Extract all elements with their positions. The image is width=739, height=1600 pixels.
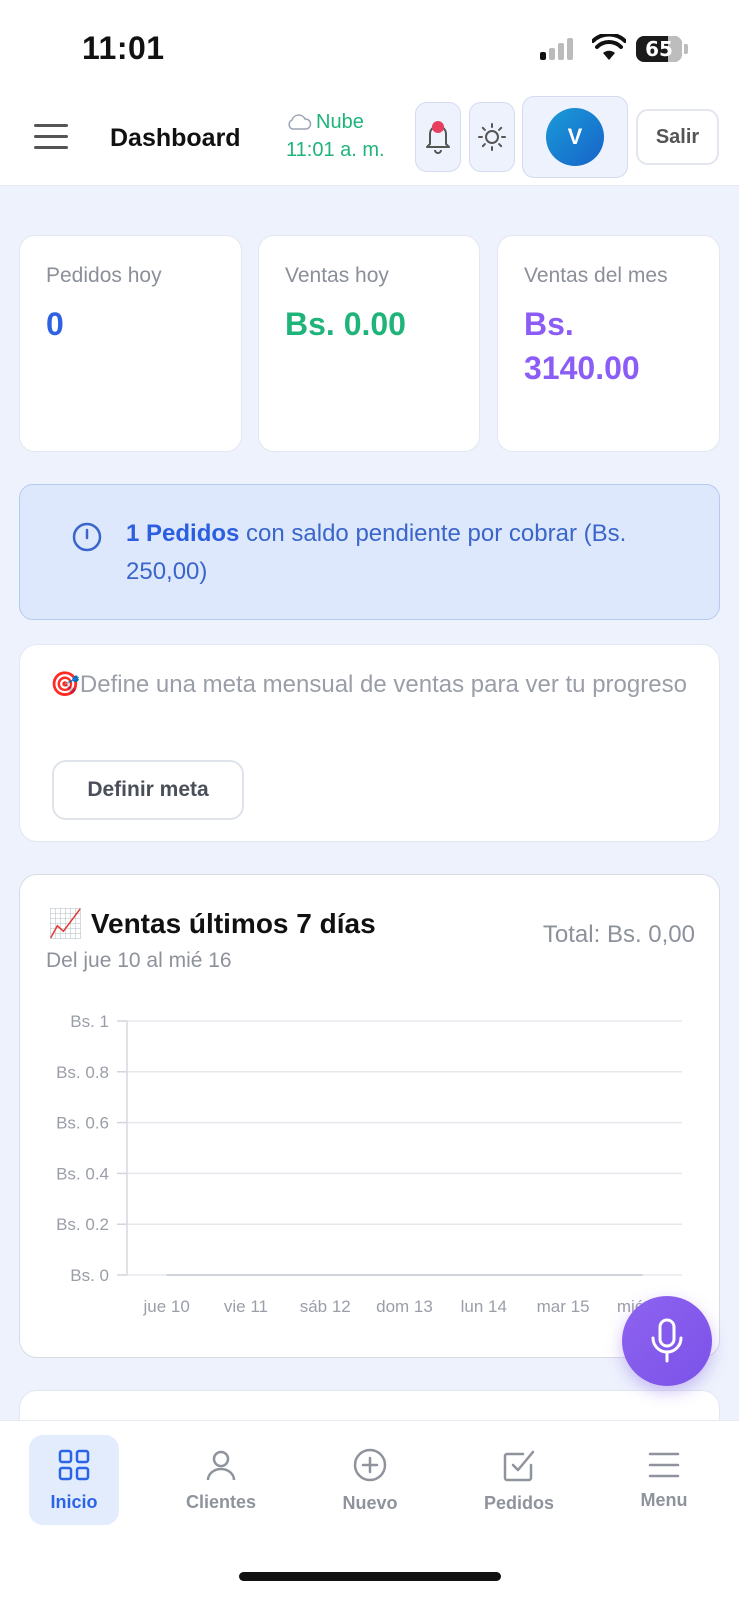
stat-label: Ventas del mes (524, 264, 668, 287)
x-tick-label: jue 10 (142, 1297, 189, 1316)
nav-item-menu[interactable]: Menu (619, 1435, 709, 1525)
hamburger-icon (648, 1452, 680, 1477)
sales-line-chart: Bs. 0 Bs. 0.2 Bs. 0.4 Bs. 0.6 Bs. 0.8 Bs. 1 ju… (56, 1012, 682, 1316)
sync-time: 11:01 a. m. (286, 139, 385, 161)
nav-item-nuevo[interactable]: Nuevo (325, 1435, 415, 1525)
x-tick-label: mar 15 (537, 1297, 590, 1316)
signal-icon (540, 38, 576, 60)
profile-button[interactable]: V (522, 96, 628, 178)
microphone-icon (651, 1318, 683, 1363)
grid-icon (58, 1449, 90, 1480)
goal-text: 🎯Define una meta mensual de ventas para … (50, 667, 689, 703)
stat-label: Pedidos hoy (46, 264, 162, 287)
stat-value: Bs. 3140.00 (524, 306, 640, 386)
y-tick-label: Bs. 0.8 (56, 1063, 109, 1082)
y-tick-label: Bs. 0.4 (56, 1164, 109, 1183)
nav-item-inicio[interactable]: Inicio (29, 1435, 119, 1525)
wifi-icon (592, 34, 626, 60)
pending-orders-count: 1 Pedidos (126, 520, 240, 547)
y-tick-label: Bs. 1 (70, 1012, 109, 1031)
nav-item-clientes[interactable]: Clientes (176, 1435, 266, 1525)
battery-level: 65 (645, 37, 673, 61)
nav-label: Clientes (185, 1491, 257, 1512)
menu-icon[interactable] (34, 122, 68, 150)
status-bar: 11:01 65 (0, 0, 739, 90)
stat-value: 0 (46, 306, 64, 342)
sync-status: Nube 11:01 a. m. (286, 108, 385, 164)
nav-label: Menu (640, 1489, 688, 1510)
clock-icon (72, 522, 102, 552)
sync-status-label: Nube (316, 111, 364, 133)
home-indicator (239, 1572, 501, 1581)
x-tick-label: sáb 12 (300, 1297, 351, 1316)
cloud-icon (288, 114, 312, 130)
y-tick-label: Bs. 0.2 (56, 1215, 109, 1234)
voice-input-button[interactable] (622, 1296, 712, 1386)
sales-chart-card: 📈 Ventas últimos 7 días Del jue 10 al mi… (19, 874, 720, 1358)
define-goal-button[interactable]: Definir meta (52, 760, 244, 820)
logout-button[interactable]: Salir (636, 109, 719, 165)
sales-goal-card: 🎯Define una meta mensual de ventas para … (19, 644, 720, 842)
theme-toggle-button[interactable] (469, 102, 515, 172)
stat-label: Ventas hoy (285, 264, 389, 287)
stat-card-sales-today[interactable]: Ventas hoy Bs. 0.00 (258, 235, 480, 452)
y-tick-label: Bs. 0 (70, 1266, 109, 1285)
user-icon (206, 1450, 236, 1480)
stat-card-orders-today[interactable]: Pedidos hoy 0 (19, 235, 242, 452)
nav-label: Pedidos (483, 1492, 554, 1513)
plus-circle-icon (353, 1448, 387, 1481)
y-tick-label: Bs. 0.6 (56, 1114, 109, 1133)
battery-icon: 65 (636, 36, 688, 62)
nav-label: Inicio (50, 1491, 98, 1512)
sun-icon (478, 123, 506, 151)
status-time: 11:01 (82, 30, 165, 66)
x-tick-label: lun 14 (461, 1297, 507, 1316)
page-title: Dashboard (110, 124, 241, 152)
checkbox-icon (503, 1450, 535, 1481)
pending-balance-alert[interactable]: 1 Pedidos con saldo pendiente por cobrar… (19, 484, 720, 620)
x-tick-label: vie 11 (224, 1297, 268, 1316)
stat-card-sales-month[interactable]: Ventas del mes Bs. 3140.00 (497, 235, 720, 452)
bell-icon (426, 121, 450, 154)
goal-message: Define una meta mensual de ventas para v… (79, 671, 687, 698)
app-header: Dashboard Nube 11:01 a. m. V Salir (0, 90, 739, 186)
x-tick-label: dom 13 (376, 1297, 433, 1316)
notifications-button[interactable] (415, 102, 461, 172)
nav-label: Nuevo (342, 1492, 398, 1513)
avatar: V (546, 108, 604, 166)
stat-value: Bs. 0.00 (285, 306, 406, 342)
nav-item-pedidos[interactable]: Pedidos (474, 1435, 564, 1525)
target-icon: 🎯 (50, 671, 80, 698)
